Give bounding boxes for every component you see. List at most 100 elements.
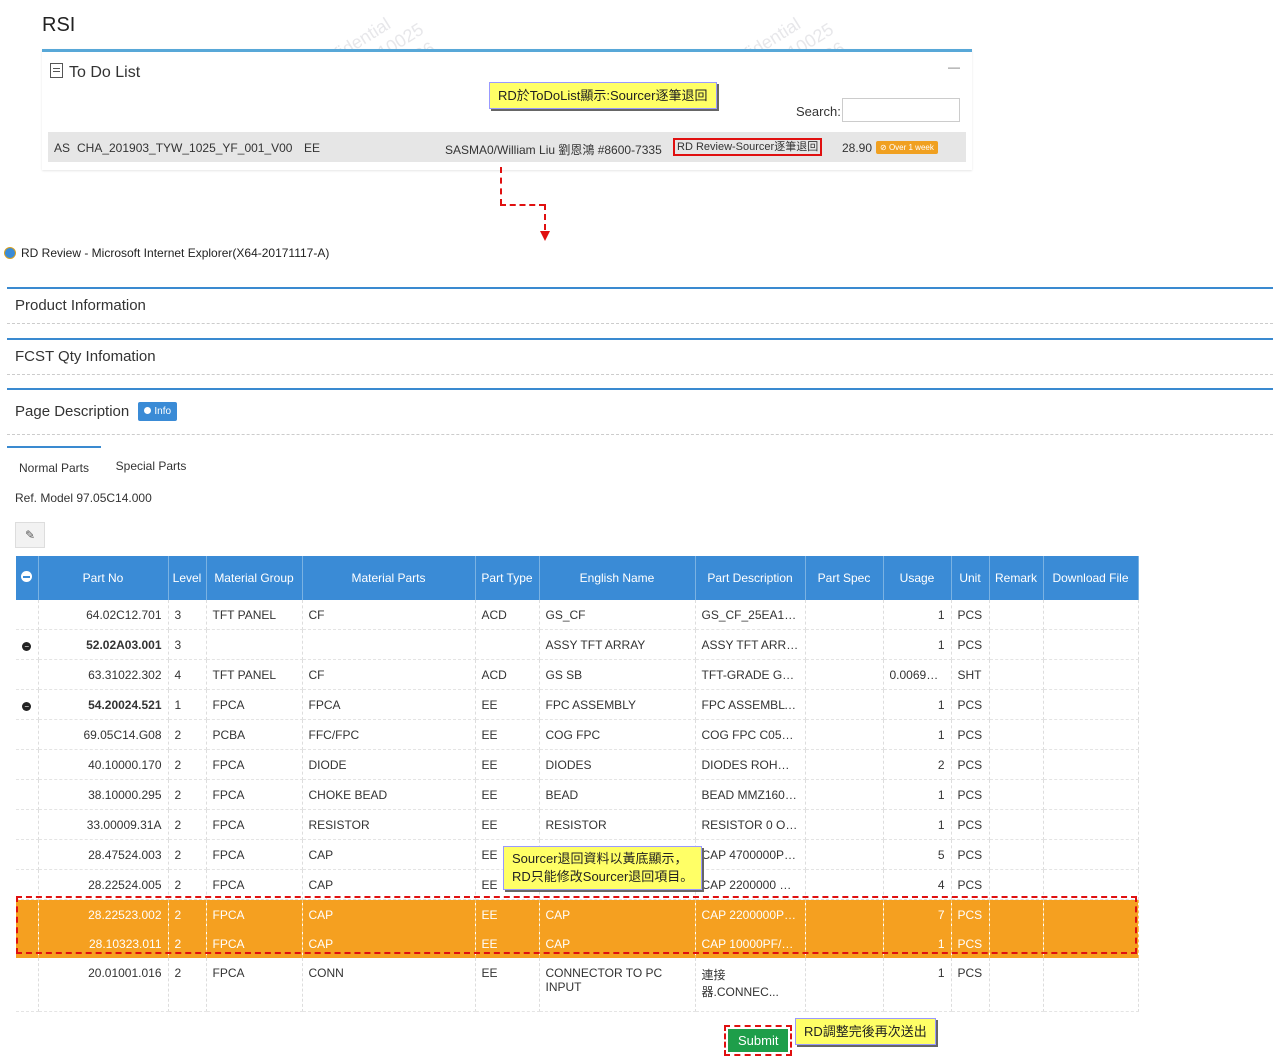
- todo-panel: To Do List — Search: AS CHA_201903_TYW_1…: [42, 49, 972, 170]
- table-cell: GS_CF: [539, 600, 696, 630]
- table-cell: CF: [302, 659, 476, 690]
- part-no-cell: 63.31022.302: [38, 659, 169, 690]
- table-cell: DIODE: [302, 749, 476, 780]
- todo-title: To Do List: [50, 62, 140, 82]
- table-cell: [805, 659, 884, 690]
- collapse-button[interactable]: —: [948, 60, 960, 74]
- row-toggle-cell[interactable]: −: [16, 689, 39, 720]
- info-button[interactable]: Info: [138, 402, 178, 421]
- table-cell: ASSY TFT ARRA...: [695, 629, 806, 660]
- document-icon: [50, 63, 63, 78]
- table-cell: ASSY TFT ARRAY: [539, 629, 696, 660]
- part-no-cell: 52.02A03.001: [38, 629, 169, 660]
- table-cell: FPC ASSEMBLY...: [695, 689, 806, 720]
- table-row[interactable]: −52.02A03.001 3 ASSY TFT ARRAY ASSY TFT ARR…: [16, 629, 1139, 660]
- table-cell: TFT-GRADE GLA...: [695, 659, 806, 690]
- table-row[interactable]: −54.20024.521 1 FPCA FPCA EE FPC ASSEMBLY FPC …: [16, 689, 1139, 720]
- column-header: Material Group: [206, 556, 303, 600]
- tab-normal-parts[interactable]: Normal Parts: [7, 446, 101, 484]
- table-cell: EE: [475, 779, 540, 810]
- collapse-all-header[interactable]: [16, 556, 39, 600]
- row-toggle-cell: [16, 779, 39, 810]
- arrow-segment: [500, 167, 502, 205]
- app-title: RSI: [42, 14, 76, 36]
- table-cell: PCS: [951, 719, 990, 750]
- search-input[interactable]: [842, 98, 960, 122]
- part-no-cell: 20.01001.016: [38, 958, 169, 1012]
- table-cell: PCS: [951, 839, 990, 870]
- ie-icon: [4, 247, 16, 259]
- table-row[interactable]: 69.05C14.G08 2 PCBA FFC/FPC EE COG FPC COG FPC…: [16, 719, 1139, 750]
- page-description-section[interactable]: Page Description Info: [7, 388, 1273, 436]
- table-cell: RESISTOR 0 OH...: [695, 809, 806, 840]
- table-cell: FFC/FPC: [302, 719, 476, 750]
- table-cell: 1: [883, 809, 952, 840]
- table-cell: EE: [475, 809, 540, 840]
- table-cell: 3: [168, 600, 207, 630]
- fcst-section[interactable]: FCST Qty Infomation: [7, 338, 1273, 376]
- table-cell: [989, 809, 1044, 840]
- table-row[interactable]: 63.31022.302 4 TFT PANEL CF ACD GS SB TFT-GRAD…: [16, 659, 1139, 690]
- row-toggle-cell[interactable]: −: [16, 629, 39, 660]
- table-cell: [1043, 779, 1139, 810]
- table-cell: [805, 629, 884, 660]
- table-cell: CAP 2200000 PF...: [695, 869, 806, 900]
- table-row[interactable]: 38.10000.295 2 FPCA CHOKE BEAD EE BEAD BEAD MM…: [16, 779, 1139, 810]
- table-cell: FPCA: [302, 689, 476, 720]
- todo-project[interactable]: CHA_201903_TYW_1025_YF_001_V00: [77, 141, 292, 155]
- table-cell: BEAD MMZ1608...: [695, 779, 806, 810]
- table-cell: 1: [883, 779, 952, 810]
- todo-site: AS: [54, 141, 71, 155]
- row-toggle-cell: [16, 749, 39, 780]
- todo-dept: EE: [304, 141, 321, 155]
- tab-special-parts[interactable]: Special Parts: [103, 446, 199, 482]
- collapse-row-icon[interactable]: −: [22, 701, 32, 711]
- table-cell: GS_CF_25EA1_6...: [695, 600, 806, 630]
- arrow-segment: [544, 204, 546, 230]
- table-cell: 2: [168, 958, 207, 1012]
- table-cell: 4: [168, 659, 207, 690]
- part-no-cell: 64.02C12.701: [38, 600, 169, 630]
- table-cell: CHOKE BEAD: [302, 779, 476, 810]
- table-cell: 1: [883, 689, 952, 720]
- table-cell: 0.0069444: [883, 659, 952, 690]
- section-title: Page Description Info: [15, 402, 178, 421]
- table-cell: 2: [168, 719, 207, 750]
- table-row[interactable]: 20.01001.016 2 FPCA CONN EE CONNECTOR TO PC I…: [16, 958, 1139, 1012]
- column-header: Remark: [989, 556, 1044, 600]
- divider: [7, 374, 1273, 375]
- table-cell: EE: [475, 749, 540, 780]
- product-info-section[interactable]: Product Information: [7, 287, 1273, 325]
- table-cell: EE: [475, 689, 540, 720]
- table-cell: [805, 719, 884, 750]
- column-header: Usage: [883, 556, 952, 600]
- table-cell: PCBA: [206, 719, 303, 750]
- collapse-row-icon[interactable]: −: [22, 641, 32, 651]
- row-toggle-cell: [16, 958, 39, 1012]
- table-cell: [302, 629, 476, 660]
- table-cell: CAP 4700000PF...: [695, 839, 806, 870]
- column-header: Part Type: [475, 556, 540, 600]
- table-cell: [1043, 839, 1139, 870]
- column-header: English Name: [539, 556, 696, 600]
- edit-button[interactable]: ✎: [15, 522, 45, 548]
- table-row[interactable]: 40.10000.170 2 FPCA DIODE EE DIODES DIODES ROH…: [16, 749, 1139, 780]
- table-cell: [1043, 958, 1139, 1012]
- todo-row[interactable]: AS CHA_201903_TYW_1025_YF_001_V00 EE SAS…: [48, 132, 966, 162]
- table-row[interactable]: 33.00009.31A 2 FPCA RESISTOR EE RESISTOR RESIS…: [16, 809, 1139, 840]
- submit-button[interactable]: Submit: [728, 1029, 789, 1052]
- table-cell: CAP: [302, 839, 476, 870]
- part-no-cell: 54.20024.521: [38, 689, 169, 720]
- part-no-cell: 69.05C14.G08: [38, 719, 169, 750]
- submit-wrapper: Submit: [724, 1025, 793, 1056]
- table-cell: EE: [475, 719, 540, 750]
- table-row[interactable]: 64.02C12.701 3 TFT PANEL CF ACD GS_CF GS_CF_25…: [16, 600, 1139, 630]
- table-cell: 4: [883, 869, 952, 900]
- table-cell: FPC ASSEMBLY: [539, 689, 696, 720]
- returned-items-frame: [16, 896, 1137, 954]
- table-cell: BEAD: [539, 779, 696, 810]
- table-cell: PCS: [951, 958, 990, 1012]
- table-cell: [1043, 600, 1139, 630]
- section-title: Product Information: [15, 297, 146, 314]
- todo-owner: SASMA0/William Liu 劉恩鴻 #8600-7335: [445, 143, 662, 157]
